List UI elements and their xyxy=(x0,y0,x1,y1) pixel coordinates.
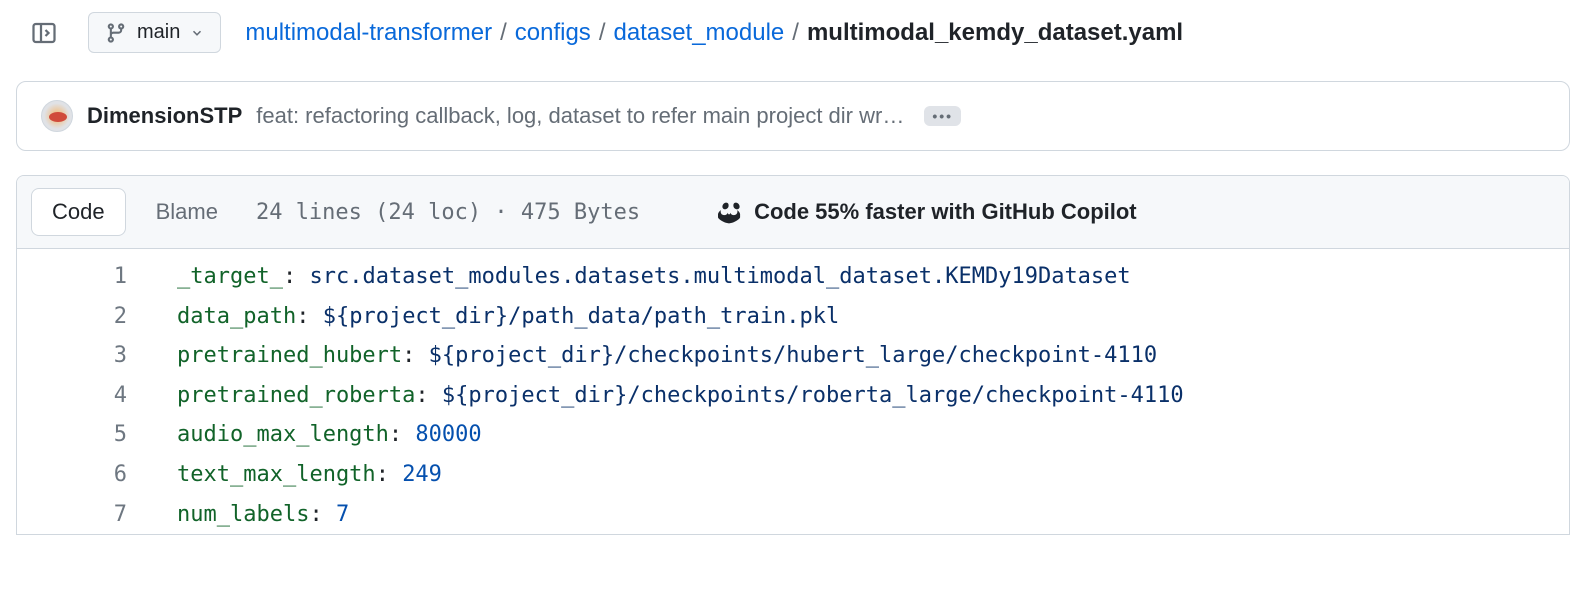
sidebar-expand-button[interactable] xyxy=(24,13,64,53)
tab-code[interactable]: Code xyxy=(31,188,126,236)
code-line: 4pretrained_roberta: ${project_dir}/chec… xyxy=(17,376,1569,416)
code-content[interactable]: 1_target_: src.dataset_modules.datasets.… xyxy=(17,249,1569,534)
breadcrumb-folder-link[interactable]: configs xyxy=(515,19,591,47)
line-content: _target_: src.dataset_modules.datasets.m… xyxy=(177,257,1569,297)
tab-blame[interactable]: Blame xyxy=(136,189,238,235)
breadcrumb: multimodal-transformer / configs / datas… xyxy=(245,19,1183,47)
breadcrumb-separator: / xyxy=(599,19,606,47)
line-number[interactable]: 6 xyxy=(17,455,177,495)
code-line: 3pretrained_hubert: ${project_dir}/check… xyxy=(17,336,1569,376)
file-view-header: Code Blame 24 lines (24 loc) · 475 Bytes… xyxy=(17,176,1569,249)
breadcrumb-separator: / xyxy=(792,19,799,47)
code-line: 6text_max_length: 249 xyxy=(17,455,1569,495)
avatar[interactable] xyxy=(41,100,73,132)
chevron-down-icon xyxy=(190,26,204,40)
copilot-promo-text: Code 55% faster with GitHub Copilot xyxy=(754,199,1137,225)
line-number[interactable]: 7 xyxy=(17,495,177,535)
line-content: num_labels: 7 xyxy=(177,495,1569,535)
breadcrumb-folder-link[interactable]: dataset_module xyxy=(613,19,784,47)
line-content: pretrained_hubert: ${project_dir}/checkp… xyxy=(177,336,1569,376)
file-info-text: 24 lines (24 loc) · 475 Bytes xyxy=(256,200,640,225)
copilot-icon xyxy=(718,199,744,225)
latest-commit-bar: DimensionSTP feat: refactoring callback,… xyxy=(16,81,1570,151)
git-branch-icon xyxy=(105,22,127,44)
line-number[interactable]: 3 xyxy=(17,336,177,376)
line-content: text_max_length: 249 xyxy=(177,455,1569,495)
copilot-promo[interactable]: Code 55% faster with GitHub Copilot xyxy=(718,199,1137,225)
commit-more-button[interactable]: ••• xyxy=(924,106,961,126)
code-line: 2data_path: ${project_dir}/path_data/pat… xyxy=(17,297,1569,337)
line-number[interactable]: 4 xyxy=(17,376,177,416)
code-line: 5audio_max_length: 80000 xyxy=(17,415,1569,455)
sidebar-expand-icon xyxy=(32,21,56,45)
branch-name: main xyxy=(137,21,180,44)
line-number[interactable]: 5 xyxy=(17,415,177,455)
breadcrumb-repo-link[interactable]: multimodal-transformer xyxy=(245,19,492,47)
code-line: 1_target_: src.dataset_modules.datasets.… xyxy=(17,257,1569,297)
line-number[interactable]: 1 xyxy=(17,257,177,297)
line-content: data_path: ${project_dir}/path_data/path… xyxy=(177,297,1569,337)
line-content: pretrained_roberta: ${project_dir}/check… xyxy=(177,376,1569,416)
commit-author-link[interactable]: DimensionSTP xyxy=(87,103,242,129)
code-line: 7num_labels: 7 xyxy=(17,495,1569,535)
line-number[interactable]: 2 xyxy=(17,297,177,337)
commit-message-link[interactable]: feat: refactoring callback, log, dataset… xyxy=(256,103,904,129)
line-content: audio_max_length: 80000 xyxy=(177,415,1569,455)
breadcrumb-separator: / xyxy=(500,19,507,47)
branch-select[interactable]: main xyxy=(88,12,221,53)
breadcrumb-current-file: multimodal_kemdy_dataset.yaml xyxy=(807,19,1183,47)
